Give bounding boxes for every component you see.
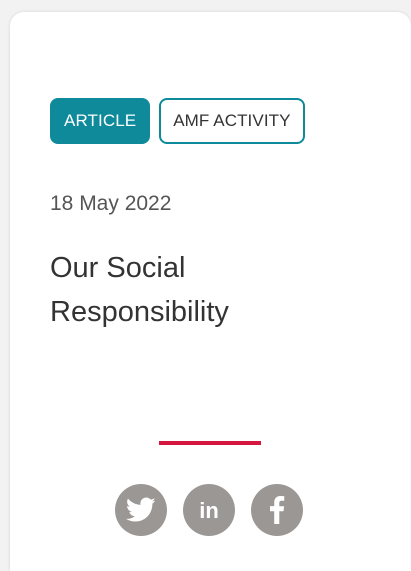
facebook-share-button[interactable] <box>251 484 303 536</box>
linkedin-share-button[interactable]: in <box>183 484 235 536</box>
article-title[interactable]: Our Social Responsibility <box>50 246 350 334</box>
twitter-share-button[interactable] <box>115 484 167 536</box>
article-card: ARTICLE AMF ACTIVITY 18 May 2022 Our Soc… <box>10 12 411 571</box>
linkedin-icon: in <box>199 498 219 523</box>
tag-article[interactable]: ARTICLE <box>50 98 151 144</box>
facebook-icon <box>270 496 285 524</box>
tag-amf-activity[interactable]: AMF ACTIVITY <box>159 98 305 144</box>
svg-text:in: in <box>199 498 219 523</box>
divider <box>159 441 261 445</box>
tag-list: ARTICLE AMF ACTIVITY <box>50 98 305 144</box>
social-share-bar: in <box>115 484 303 536</box>
twitter-icon <box>126 497 156 522</box>
article-date: 18 May 2022 <box>50 192 172 215</box>
